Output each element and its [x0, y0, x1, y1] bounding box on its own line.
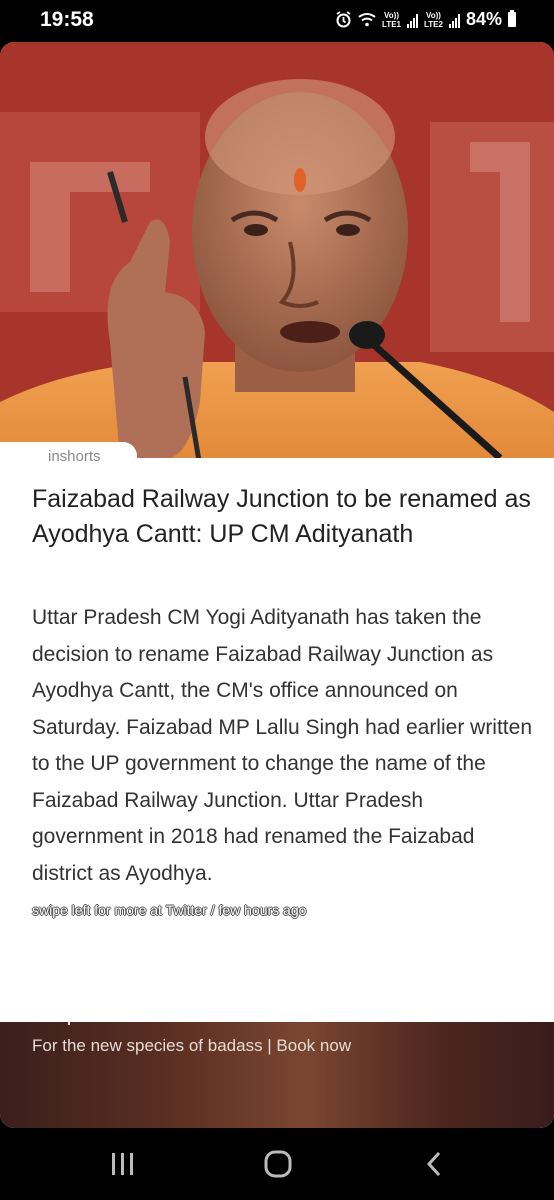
home-icon[interactable]	[263, 1150, 293, 1178]
article-headline[interactable]: Faizabad Railway Junction to be renamed …	[32, 482, 532, 552]
signal-1-icon	[407, 12, 418, 28]
recents-icon[interactable]	[108, 1150, 138, 1178]
status-bar: 19:58 Vo)) LTE1 Vo)) LTE2 84%	[0, 0, 554, 42]
wifi-icon	[358, 13, 376, 27]
article-photo[interactable]	[0, 42, 554, 458]
back-icon[interactable]	[420, 1150, 450, 1178]
speaker-photo-illustration	[0, 42, 554, 458]
network-2-label: Vo)) LTE2	[424, 10, 443, 29]
network-1-label: Vo)) LTE1	[382, 10, 401, 29]
status-icons: Vo)) LTE1 Vo)) LTE2 84%	[335, 9, 516, 30]
battery-percent: 84%	[465, 9, 502, 29]
battery-icon	[508, 10, 516, 27]
news-card[interactable]: inshorts Faizabad Railway Junction to be…	[0, 42, 554, 1128]
swipe-more-link[interactable]: swipe left for more at Twitter / few hou…	[32, 902, 306, 918]
status-time: 19:58	[40, 8, 94, 31]
source-badge: inshorts	[0, 442, 137, 472]
navigation-bar	[0, 1128, 554, 1200]
alarm-icon	[336, 11, 351, 28]
signal-2-icon	[448, 12, 460, 28]
ad-subtitle[interactable]: For the new species of badass | Book now	[32, 1036, 351, 1056]
article-body: Uttar Pradesh CM Yogi Adityanath has tak…	[32, 606, 533, 885]
ad-title[interactable]: KIA presents the all-new Seltos X Line	[32, 1005, 354, 1027]
